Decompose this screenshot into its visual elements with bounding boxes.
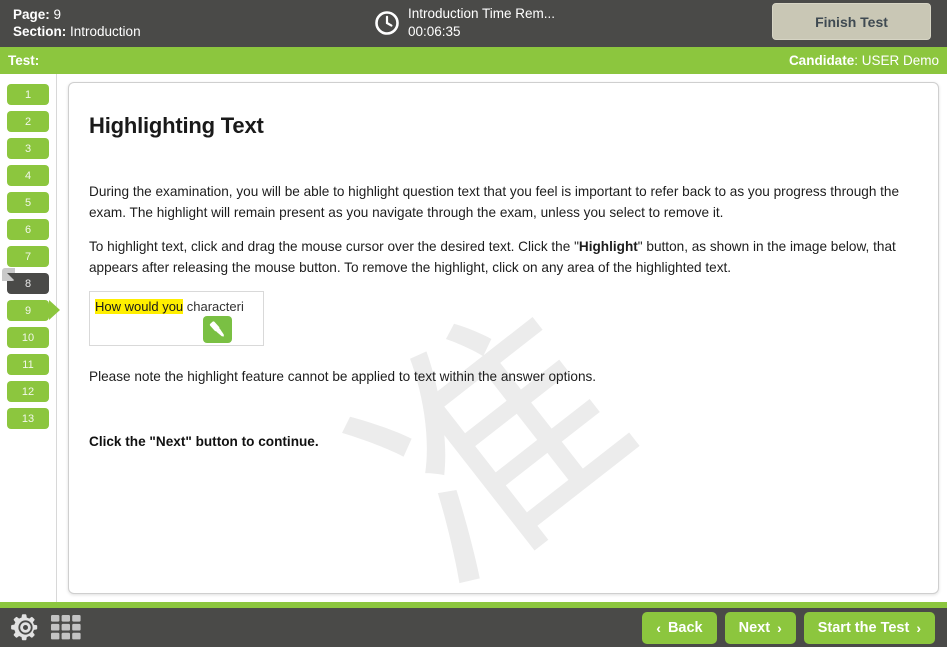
nav-item-label: 11 [22,358,34,371]
nav-item-2[interactable]: 2 [7,111,49,132]
test-candidate-bar: Test: Candidate: USER Demo [0,47,947,74]
nav-item-label: 4 [24,169,32,182]
nav-item-label: 2 [24,115,32,128]
nav-item-13[interactable]: 13 [7,408,49,429]
back-button[interactable]: ‹ Back [642,612,717,644]
top-header-bar: Page: 9 Section: Introduction Introducti… [0,0,947,47]
nav-item-11[interactable]: 11 [7,354,49,375]
nav-item-label: 8 [24,277,32,290]
paragraph-3: Please note the highlight feature cannot… [89,369,597,384]
timer-label: Introduction Time Rem... [408,6,556,21]
page-label: Page: [13,7,50,22]
grid-icon[interactable] [51,614,82,646]
finish-test-button[interactable]: Finish Test [772,3,931,40]
paragraph-2: To highlight text, click and drag the mo… [89,236,907,278]
paragraph-2-part-a: To highlight text, click and drag the mo… [89,239,579,254]
exam-application: Page: 9 Section: Introduction Introducti… [0,0,947,647]
next-button[interactable]: Next › [724,612,796,644]
nav-item-label: 7 [24,250,32,263]
nav-item-label: 3 [24,142,32,155]
page-section-info: Page: 9 Section: Introduction [13,6,141,40]
test-label: Test: [8,53,40,68]
highlighter-pen-icon[interactable] [203,316,232,343]
chevron-right-icon-start: › [916,620,921,636]
nav-item-10[interactable]: 10 [7,327,49,348]
example-text: How would you characteri [95,298,244,315]
nav-item-5[interactable]: 5 [7,192,49,213]
nav-item-3[interactable]: 3 [7,138,49,159]
page-title: Highlighting Text [89,113,264,138]
start-test-button[interactable]: Start the Test › [803,612,935,644]
footer-toolbar: ‹ Back Next › Start the Test › [0,608,947,647]
candidate-separator: : [854,53,862,68]
nav-item-4[interactable]: 4 [7,165,49,186]
call-to-action: Click the "Next" button to continue. [89,434,319,449]
example-plain-text: characteri [183,299,244,314]
page-row: Page: 9 [13,6,141,23]
next-button-label: Next [738,620,771,636]
nav-item-8[interactable]: 8 [2,268,49,294]
highlight-keyword: Highlight [578,239,638,254]
paragraph-1: During the examination, you will be able… [89,184,900,220]
chevron-left-icon: ‹ [656,620,661,636]
nav-item-12[interactable]: 12 [7,381,49,402]
example-highlighted-text: How would you [95,299,184,314]
section-value: Introduction [70,24,141,39]
question-navigator-sidebar: 1 2 3 4 5 6 7 8 9 10 11 12 13 [0,74,60,602]
clock-icon [374,10,400,36]
highlight-example-image: How would you characteri [89,291,264,346]
timer-value: 00:06:35 [408,24,461,39]
nav-item-6[interactable]: 6 [7,219,49,240]
timer-block: Introduction Time Rem... 00:06:35 [374,5,555,41]
start-test-button-label: Start the Test [817,620,910,636]
page-value: 9 [53,7,62,22]
candidate-value: USER Demo [861,53,939,68]
panel-content: Highlighting Text During the examination… [69,83,938,452]
timer-text: Introduction Time Rem... 00:06:35 [408,5,555,41]
back-button-label: Back [667,620,703,636]
nav-item-1[interactable]: 1 [7,84,49,105]
nav-item-9[interactable]: 9 [7,300,60,321]
nav-item-7[interactable]: 7 [7,246,49,267]
chevron-right-icon: › [777,620,782,636]
nav-item-label: 9 [24,304,32,317]
section-row: Section: Introduction [13,23,141,40]
nav-item-label: 1 [24,88,32,101]
nav-item-label: 12 [21,385,35,398]
candidate-info: Candidate: USER Demo [789,53,939,68]
footer-tool-icons [11,613,82,647]
candidate-key: Candidate [788,53,855,68]
gear-icon[interactable] [11,613,40,647]
footer-nav-buttons: ‹ Back Next › Start the Test › [642,612,935,644]
section-label: Section: [13,24,67,39]
body-area: 1 2 3 4 5 6 7 8 9 10 11 12 13 准 Highlighting Text Du… [0,74,947,602]
nav-item-label: 10 [21,331,35,344]
content-panel: 准 Highlighting Text During the examinati… [68,82,939,594]
nav-item-label: 13 [21,412,35,425]
nav-item-label: 5 [24,196,32,209]
nav-item-label: 6 [24,223,32,236]
